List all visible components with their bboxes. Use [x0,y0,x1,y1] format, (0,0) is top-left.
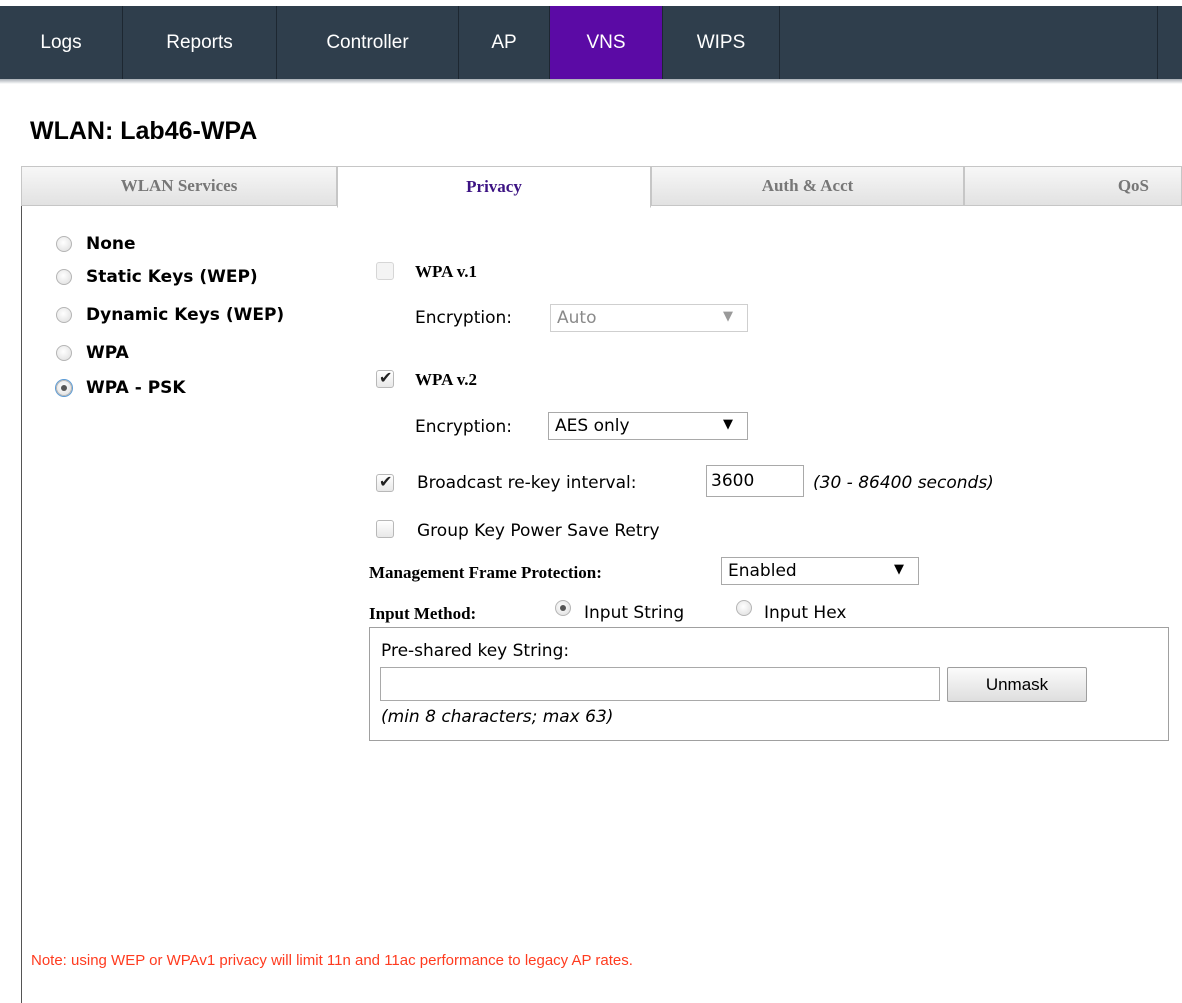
select-value: Enabled [728,561,797,581]
privacy-option-wpa[interactable]: WPA [56,342,129,364]
radio-icon[interactable] [56,307,72,323]
legacy-rate-note: Note: using WEP or WPAv1 privacy will li… [31,952,633,969]
page-title: WLAN: Lab46-WPA [30,117,258,145]
top-navigation-bar: Logs Reports Controller AP VNS WIPS [0,0,1182,79]
input-string-radio[interactable] [555,600,571,616]
radio-icon[interactable] [56,269,72,285]
nav-tab-reports[interactable]: Reports [123,6,277,79]
nav-shadow [0,79,1182,84]
group-key-checkbox[interactable] [376,520,394,538]
dropdown-arrow-icon: ▼ [894,562,904,577]
rekey-interval-input[interactable]: 3600 [706,465,804,497]
dropdown-arrow-icon: ▼ [723,417,733,432]
unmask-button[interactable]: Unmask [947,667,1087,702]
tab-wlan-services[interactable]: WLAN Services [21,166,337,206]
tab-auth-acct[interactable]: Auth & Acct [651,166,964,206]
nav-divider [1157,6,1158,79]
wpa2-encryption-select[interactable]: AES only ▼ [548,412,748,440]
select-value: Auto [557,308,597,328]
nav-tab-logs[interactable]: Logs [0,6,123,79]
tab-privacy[interactable]: Privacy [337,166,651,208]
tab-qos[interactable]: QoS [964,166,1182,206]
rekey-checkbox[interactable]: ✔ [376,472,394,492]
nav-tab-controller[interactable]: Controller [277,6,459,79]
radio-icon[interactable] [56,345,72,361]
nav-tab-ap[interactable]: AP [459,6,550,79]
wpa1-encryption-label: Encryption: [415,308,512,328]
mfp-select[interactable]: Enabled ▼ [721,557,919,585]
group-key-label: Group Key Power Save Retry [417,521,660,541]
mfp-label: Management Frame Protection: [369,563,602,582]
input-string-label: Input String [584,603,685,623]
rekey-hint: (30 - 86400 seconds) [813,473,994,493]
input-hex-radio[interactable] [736,600,752,616]
wpa1-label: WPA v.1 [415,262,478,281]
input-method-label: Input Method: [369,604,477,623]
dropdown-arrow-icon: ▼ [723,309,733,324]
select-value: AES only [555,416,630,436]
privacy-option-label: Static Keys (WEP) [86,267,258,287]
privacy-option-wpa-psk[interactable]: WPA - PSK [56,377,186,399]
wpa2-checkbox[interactable]: ✔ [376,368,394,388]
wpa1-encryption-select[interactable]: Auto ▼ [550,304,748,332]
panel-left-border [21,206,22,1003]
wpa2-encryption-label: Encryption: [415,417,512,437]
psk-hint: (min 8 characters; max 63) [381,707,614,727]
radio-selected-icon[interactable] [56,380,72,396]
psk-label: Pre-shared key String: [381,641,570,661]
wpa1-checkbox[interactable] [376,262,394,280]
input-hex-label: Input Hex [764,603,847,623]
psk-input[interactable] [380,667,940,701]
checkmark-icon: ✔ [379,472,393,491]
privacy-option-label: None [86,234,136,254]
nav-tab-vns[interactable]: VNS [550,6,663,79]
privacy-option-dynamic-wep[interactable]: Dynamic Keys (WEP) [56,304,284,326]
privacy-option-static-wep[interactable]: Static Keys (WEP) [56,266,258,288]
radio-icon[interactable] [56,236,72,252]
privacy-option-label: Dynamic Keys (WEP) [86,305,285,325]
wpa2-label: WPA v.2 [415,370,478,389]
nav-tab-wips[interactable]: WIPS [663,6,780,79]
privacy-option-none[interactable]: None [56,233,136,255]
checkmark-icon: ✔ [379,368,393,387]
rekey-label: Broadcast re-key interval: [417,473,637,493]
wlan-tab-bar: WLAN Services Privacy Auth & Acct QoS [21,166,1182,208]
privacy-option-label: WPA - PSK [86,378,186,398]
privacy-option-label: WPA [86,343,129,363]
